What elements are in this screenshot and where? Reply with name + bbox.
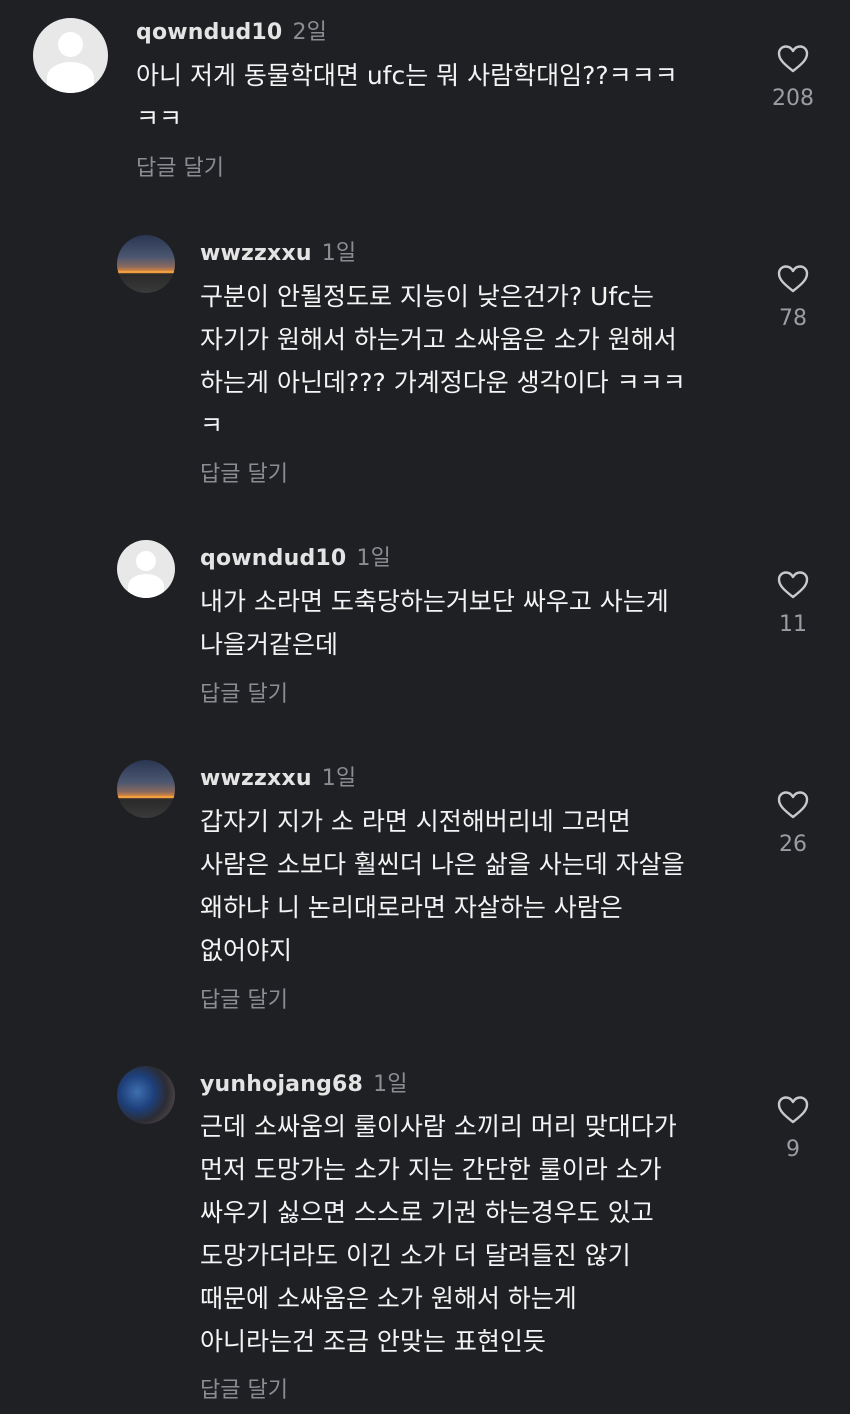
like-count: 208 xyxy=(772,86,814,111)
comment-text-line: ㅋ xyxy=(200,411,224,440)
comment-username[interactable]: yunhojang68 1일 xyxy=(200,1066,408,1098)
username-text[interactable]: wwzzxxu xyxy=(200,766,312,791)
comment-text-line: 구분이 안될정도로 지능이 낮은건가? Ufc는 xyxy=(200,282,654,311)
avatar[interactable] xyxy=(33,18,108,93)
comment-username[interactable]: wwzzxxu 1일 xyxy=(200,235,356,267)
like-button[interactable]: 9 xyxy=(753,1095,833,1162)
comment-username[interactable]: qowndud10 1일 xyxy=(200,540,391,572)
comment-time: 1일 xyxy=(356,546,392,571)
comment-text-line: 갑자기 지가 소 라면 시전해버리네 그러면 xyxy=(200,807,631,836)
comment-text-line: 내가 소라면 도축당하는거보단 싸우고 사는게 xyxy=(200,587,669,616)
comment-username[interactable]: wwzzxxu 1일 xyxy=(200,760,356,792)
comment-text-line: 왜하냐 니 논리대로라면 자살하는 사람은 xyxy=(200,893,623,922)
like-button[interactable]: 78 xyxy=(753,264,833,331)
comment-text-line: 먼저 도망가는 소가 지는 간단한 룰이라 소가 xyxy=(200,1155,662,1184)
username-text[interactable]: wwzzxxu xyxy=(200,241,312,266)
reply-button[interactable]: 답글 달기 xyxy=(200,676,288,708)
comment-time: 1일 xyxy=(321,241,357,266)
like-button[interactable]: 208 xyxy=(753,44,833,111)
heart-outline-icon[interactable] xyxy=(777,44,809,74)
username-text[interactable]: yunhojang68 xyxy=(200,1072,363,1097)
comment-text-line: 아니 저게 동물학대면 ufc는 뭐 사람학대임??ㅋㅋㅋ xyxy=(136,61,678,90)
comment-text-line: 도망가더라도 이긴 소가 더 달려들진 않기 xyxy=(200,1241,631,1270)
comment-text: 내가 소라면 도축당하는거보단 싸우고 사는게 나을거같은데 xyxy=(200,580,669,666)
reply-button[interactable]: 답글 달기 xyxy=(200,456,288,488)
comment-text: 아니 저게 동물학대면 ufc는 뭐 사람학대임??ㅋㅋㅋ ㅋㅋ xyxy=(136,54,678,140)
comment-text-line: 아니라는건 조금 안맞는 표현인듯 xyxy=(200,1327,546,1356)
like-count: 78 xyxy=(779,306,807,331)
comment-text: 구분이 안될정도로 지능이 낮은건가? Ufc는 자기가 원해서 하는거고 소싸… xyxy=(200,275,686,447)
comment-text-line: 자기가 원해서 하는거고 소싸움은 소가 원해서 xyxy=(200,325,677,354)
avatar[interactable] xyxy=(117,1066,175,1124)
comment-username[interactable]: qowndud10 2일 xyxy=(136,14,327,46)
reply-button[interactable]: 답글 달기 xyxy=(200,982,288,1014)
comment-text-line: 나을거같은데 xyxy=(200,630,339,659)
comment-time: 1일 xyxy=(321,766,357,791)
avatar[interactable] xyxy=(117,760,175,818)
reply-button[interactable]: 답글 달기 xyxy=(136,150,224,182)
comment-text-line: 사람은 소보다 훨씬더 나은 삶을 사는데 자살을 xyxy=(200,850,685,879)
comment-text-line: 싸우기 싫으면 스스로 기권 하는경우도 있고 xyxy=(200,1198,654,1227)
comment-time: 1일 xyxy=(373,1072,408,1097)
heart-outline-icon[interactable] xyxy=(777,264,809,294)
comment-text-line: 없어야지 xyxy=(200,936,293,965)
comment-text-line: 근데 소싸움의 룰이사람 소끼리 머리 맞대다가 xyxy=(200,1112,677,1141)
comment-text-line: 때문에 소싸움은 소가 원해서 하는게 xyxy=(200,1284,577,1313)
heart-outline-icon[interactable] xyxy=(777,570,809,600)
username-text[interactable]: qowndud10 xyxy=(200,546,346,571)
like-button[interactable]: 11 xyxy=(753,570,833,637)
avatar[interactable] xyxy=(117,540,175,598)
comment-time: 2일 xyxy=(292,20,328,45)
comment-text: 근데 소싸움의 룰이사람 소끼리 머리 맞대다가 먼저 도망가는 소가 지는 간… xyxy=(200,1105,677,1363)
like-button[interactable]: 26 xyxy=(753,790,833,857)
comment-text: 갑자기 지가 소 라면 시전해버리네 그러면 사람은 소보다 훨씬더 나은 삶을… xyxy=(200,800,685,972)
reply-button[interactable]: 답글 달기 xyxy=(200,1372,288,1404)
heart-outline-icon[interactable] xyxy=(777,790,809,820)
comment-text-line: 하는게 아닌데??? 가계정다운 생각이다 ㅋㅋㅋ xyxy=(200,368,686,397)
avatar[interactable] xyxy=(117,235,175,293)
username-text[interactable]: qowndud10 xyxy=(136,20,282,45)
like-count: 26 xyxy=(779,832,807,857)
like-count: 11 xyxy=(779,612,807,637)
comment-text-line: ㅋㅋ xyxy=(136,104,183,133)
heart-outline-icon[interactable] xyxy=(777,1095,809,1125)
like-count: 9 xyxy=(786,1137,800,1162)
